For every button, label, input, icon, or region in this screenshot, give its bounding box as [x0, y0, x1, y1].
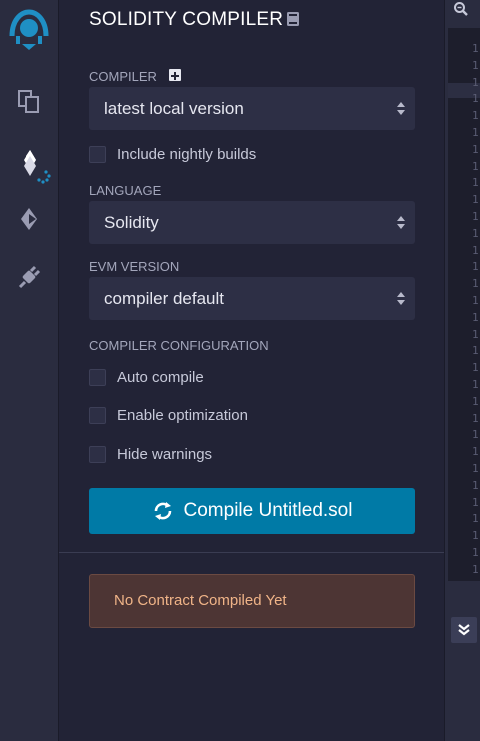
add-compiler-icon[interactable]: [169, 69, 181, 81]
plugin-manager-icon[interactable]: [14, 262, 44, 292]
language-label: LANGUAGE: [89, 183, 162, 198]
line-number: 1: [472, 193, 479, 207]
line-number: 1: [472, 58, 479, 72]
line-number: 1: [472, 445, 479, 459]
line-number: 1: [472, 344, 479, 358]
compile-button-label: Compile Untitled.sol: [183, 500, 353, 521]
hide-warnings-label: Hide warnings: [117, 445, 213, 463]
line-number: 1: [472, 562, 479, 576]
compiler-panel: SOLIDITY COMPILER COMPILER latest local …: [59, 0, 444, 741]
line-number: 1: [472, 176, 479, 190]
line-number: 1: [472, 546, 479, 559]
status-alert: No Contract Compiled Yet: [89, 574, 415, 628]
line-number: 1: [472, 462, 479, 475]
nightly-builds-checkbox[interactable]: [89, 145, 106, 163]
optimization-label: Enable optimization: [117, 406, 248, 424]
auto-compile-label: Auto compile: [117, 368, 204, 386]
line-number: 1: [472, 226, 479, 240]
zoom-icon[interactable]: [453, 1, 469, 17]
line-number: 1: [472, 109, 479, 123]
language-select[interactable]: Solidity: [89, 201, 415, 244]
deploy-run-icon[interactable]: [14, 204, 44, 234]
compiler-label: COMPILER: [89, 69, 157, 84]
line-number: 1: [472, 378, 479, 391]
line-number: 1: [472, 478, 479, 492]
line-number: 1: [472, 210, 479, 223]
status-message: No Contract Compiled Yet: [114, 592, 287, 609]
evm-version-label: EVM VERSION: [89, 259, 180, 274]
line-number: 1: [472, 529, 479, 543]
line-number: 1: [472, 411, 479, 425]
file-explorer-icon[interactable]: [14, 87, 44, 117]
line-number: 1: [472, 580, 479, 581]
line-number: 1: [472, 394, 479, 408]
compiler-version-select[interactable]: latest local version: [89, 87, 415, 130]
line-number: 1: [472, 75, 479, 89]
documentation-icon[interactable]: [286, 11, 300, 32]
compiler-configuration-label: COMPILER CONFIGURATION: [89, 338, 269, 353]
line-number: 1: [472, 361, 479, 375]
evm-version-select[interactable]: compiler default: [89, 277, 415, 320]
line-number: 1: [472, 294, 479, 307]
line-number: 1: [472, 260, 479, 274]
select-caret-icon: [397, 216, 405, 229]
optimization-row[interactable]: Enable optimization: [89, 405, 248, 425]
line-number: 1: [472, 327, 479, 341]
hide-warnings-row[interactable]: Hide warnings: [89, 444, 212, 464]
line-number: 1: [472, 310, 479, 324]
select-caret-icon: [397, 102, 405, 115]
double-chevron-down-icon: [458, 624, 470, 636]
panel-title: SOLIDITY COMPILER: [89, 9, 284, 30]
line-number: 1: [472, 126, 479, 139]
nightly-builds-label: Include nightly builds: [117, 145, 257, 163]
editor-gutter[interactable]: 1 1 1 1 1 1 1 1 1 1 1 1 1 1 1 1 1 1 1 1 1 1 1 1 1 1 1 1 1 1 1 1 1: [448, 28, 480, 581]
select-caret-icon: [397, 292, 405, 305]
line-number: 1: [472, 512, 479, 526]
line-number: 1: [472, 92, 479, 106]
hide-warnings-checkbox[interactable]: [89, 445, 106, 463]
divider: [59, 552, 444, 553]
language-value: Solidity: [104, 213, 159, 232]
compile-button[interactable]: Compile Untitled.sol: [89, 488, 415, 534]
auto-compile-checkbox[interactable]: [89, 368, 106, 386]
line-number: 1: [472, 42, 479, 55]
solidity-compiler-icon[interactable]: [16, 146, 56, 186]
line-number: 1: [472, 428, 479, 442]
line-number: 1: [472, 142, 479, 156]
collapse-terminal-button[interactable]: [451, 617, 477, 643]
line-number: 1: [472, 243, 479, 257]
evm-version-value: compiler default: [104, 289, 225, 308]
optimization-checkbox[interactable]: [89, 406, 106, 424]
line-number: 1: [472, 159, 479, 173]
line-number: 1: [472, 495, 479, 509]
auto-compile-row[interactable]: Auto compile: [89, 367, 204, 387]
nightly-builds-row[interactable]: Include nightly builds: [89, 144, 256, 164]
line-number: 1: [472, 277, 479, 291]
compiler-version-value: latest local version: [104, 99, 244, 118]
refresh-icon: [154, 502, 171, 520]
icon-rail: [0, 0, 59, 741]
editor-toolbar: [445, 0, 480, 28]
remix-logo-icon[interactable]: [4, 6, 54, 52]
